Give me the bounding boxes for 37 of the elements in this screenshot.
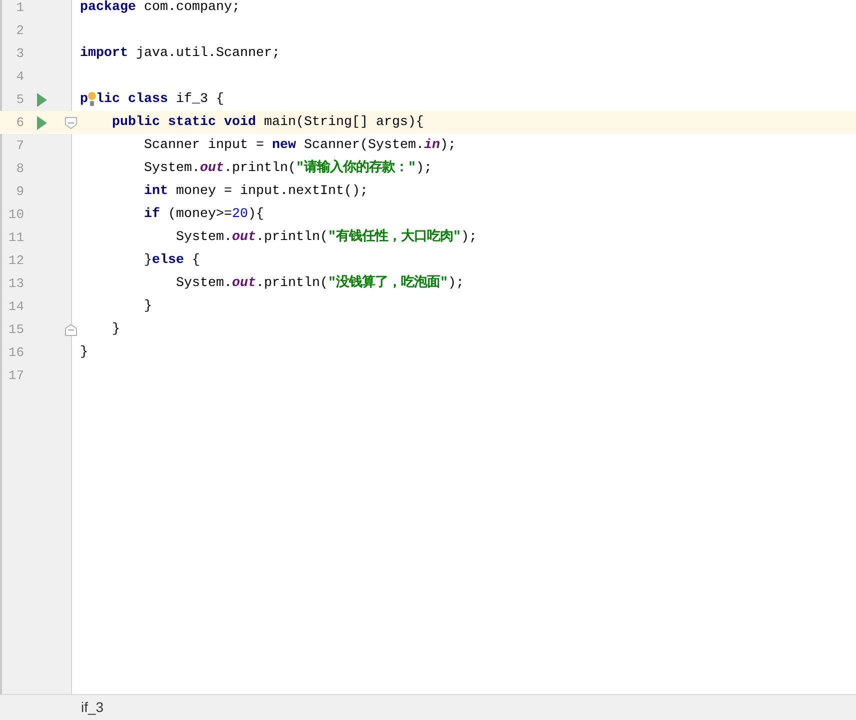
- line-number: 5: [15, 90, 24, 109]
- line-number: 2: [15, 22, 24, 40]
- line-number: 17: [7, 366, 24, 385]
- line-number: 15: [7, 320, 24, 339]
- run-icon[interactable]: [37, 116, 47, 130]
- line-number: 10: [7, 206, 24, 224]
- line-number: 14: [7, 298, 24, 316]
- fold-marker-icon[interactable]: [65, 116, 77, 128]
- line-number: 4: [15, 68, 24, 86]
- breadcrumb[interactable]: if_3: [81, 697, 104, 718]
- code-line: int money = input.nextInt();: [142, 182, 368, 200]
- line-number: 3: [15, 44, 24, 63]
- code-line: p: [80, 90, 88, 108]
- code-line: }: [110, 320, 120, 338]
- code-line: }: [142, 298, 152, 316]
- code-line: System.out.println("有钱任性，大口吃肉");: [174, 228, 477, 246]
- lightbulb-icon[interactable]: [88, 91, 96, 108]
- code-line: if (money>=20){: [142, 206, 264, 224]
- code-line: System.out.println("请输入你的存款：");: [142, 158, 432, 178]
- line-number: 16: [7, 344, 24, 362]
- code-line: }: [80, 344, 88, 362]
- code-line: System.out.println("没钱算了，吃泡面");: [174, 274, 464, 292]
- code-line: Scanner input = new Scanner(System.in);: [142, 136, 456, 154]
- code-line: public static void main(String[] args){: [110, 114, 424, 132]
- code-line: }else {: [142, 252, 200, 270]
- code-line: package com.company;: [80, 0, 240, 16]
- run-icon[interactable]: [37, 92, 47, 106]
- line-number: 11: [7, 228, 24, 247]
- code-line: import java.util.Scanner;: [80, 44, 280, 62]
- line-number: 1: [15, 0, 24, 17]
- line-number: 7: [15, 136, 24, 155]
- line-number: 12: [7, 252, 24, 270]
- code-line: lic class if_3 {: [96, 90, 224, 108]
- line-number: 9: [15, 182, 24, 201]
- line-number: 8: [15, 160, 24, 178]
- line-number: 6: [15, 114, 24, 132]
- line-number: 13: [7, 274, 24, 293]
